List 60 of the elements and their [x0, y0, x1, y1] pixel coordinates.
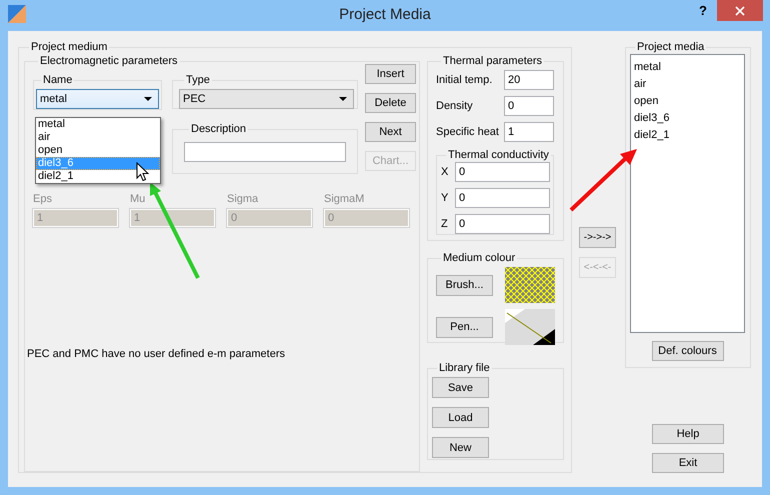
help-button[interactable]: ?: [689, 0, 717, 21]
field-label: X: [441, 166, 449, 178]
field-label: SigmaM: [324, 192, 364, 206]
group-label: Library file: [438, 361, 491, 375]
caret-icon: [144, 97, 152, 101]
action-button[interactable]: Insert: [365, 64, 416, 84]
brush-pattern-swatch: [505, 267, 555, 303]
caret-icon: [339, 97, 347, 101]
group-label: Thermal conductivity: [447, 148, 550, 162]
close-icon: [735, 6, 745, 16]
library-button[interactable]: New: [432, 437, 489, 458]
group-label: Type: [185, 73, 211, 87]
description-field[interactable]: [184, 142, 346, 162]
input-field[interactable]: 1: [504, 122, 554, 142]
input-field[interactable]: 20: [504, 70, 554, 90]
default-colours-button[interactable]: Def. colours: [652, 341, 724, 361]
type-dropdown[interactable]: PEC: [179, 89, 354, 109]
window-title: Project Media: [339, 6, 431, 23]
pen-button[interactable]: Pen...: [436, 316, 493, 338]
annotation-arrow: [570, 149, 637, 212]
dropdown-option[interactable]: diel2_1: [36, 170, 160, 183]
dialog-button[interactable]: Help: [652, 424, 724, 444]
app-icon: [8, 4, 26, 22]
dropdown-option[interactable]: open: [36, 144, 160, 157]
dropdown-option[interactable]: air: [36, 131, 160, 144]
group-label: Project medium: [30, 40, 108, 54]
close-button[interactable]: [717, 0, 763, 21]
field-label: Mu: [130, 192, 146, 206]
field-label: Initial temp.: [436, 74, 492, 86]
input-field[interactable]: 0: [504, 96, 554, 116]
group-label: Name: [42, 73, 74, 87]
list-item[interactable]: open: [634, 93, 741, 110]
name-dropdown[interactable]: metal: [36, 89, 159, 109]
dropdown-option[interactable]: metal: [36, 118, 160, 131]
field-label: Specific heat: [436, 126, 499, 138]
input-field[interactable]: 0: [455, 162, 550, 182]
library-button[interactable]: Save: [432, 377, 489, 398]
group-label: Medium colour: [442, 251, 516, 265]
input-field[interactable]: 0: [455, 188, 550, 208]
dialog-button[interactable]: Exit: [652, 453, 724, 473]
list-item[interactable]: diel2_1: [634, 127, 741, 144]
field-label: Sigma: [227, 192, 258, 206]
list-item[interactable]: air: [634, 76, 741, 93]
transfer-button[interactable]: ->->->: [579, 227, 616, 248]
group-label: Description: [190, 122, 248, 136]
brush-button[interactable]: Brush...: [436, 274, 493, 296]
group-label: Thermal parameters: [442, 54, 544, 68]
info-text: PEC and PMC have no user defined e-m parameters: [27, 348, 286, 360]
field-label: Y: [441, 192, 449, 204]
field-label: Z: [441, 218, 449, 230]
group-label: Electromagnetic parameters: [39, 54, 179, 68]
list-item[interactable]: metal: [634, 59, 741, 76]
group-label: Project media: [636, 40, 706, 54]
field-label: Density: [436, 100, 473, 112]
library-button[interactable]: Load: [432, 407, 489, 428]
action-button[interactable]: Delete: [365, 93, 416, 113]
field-label: Eps: [33, 192, 52, 206]
list-item[interactable]: diel3_6: [634, 110, 741, 127]
input-field[interactable]: 0: [455, 214, 550, 234]
action-button[interactable]: Next: [365, 122, 416, 142]
